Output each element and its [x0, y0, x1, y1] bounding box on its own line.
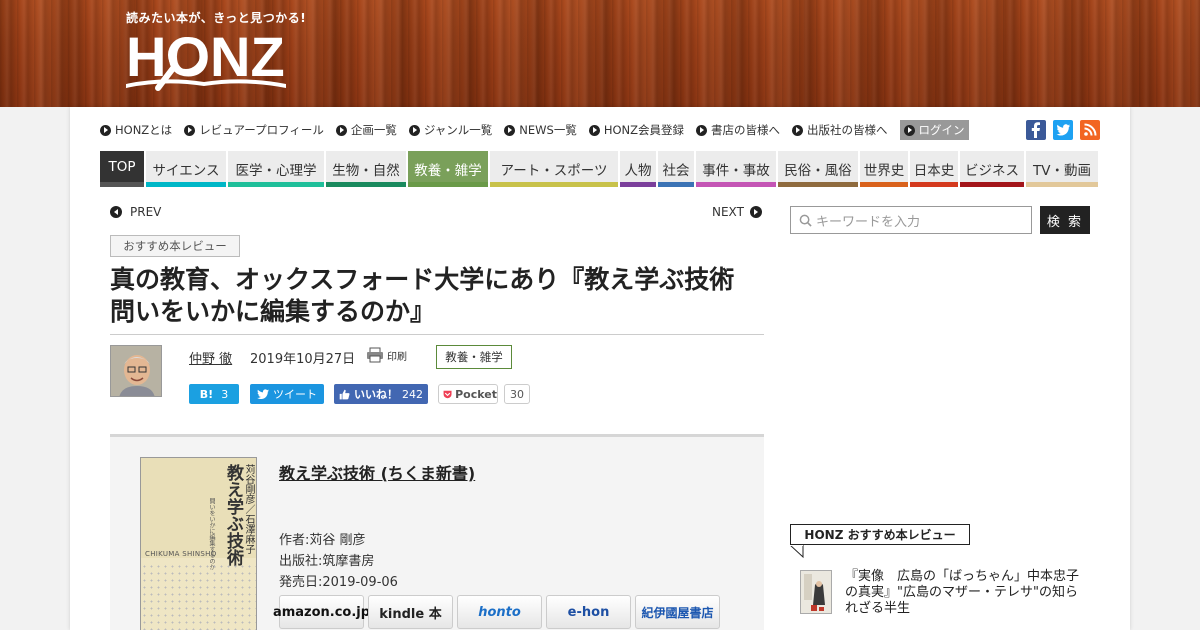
recommendation-heading: HONZ おすすめ本レビュー	[790, 524, 970, 545]
genre-color-bar	[620, 182, 656, 187]
arrow-bullet-icon	[903, 124, 915, 136]
rss-icon[interactable]	[1080, 120, 1100, 140]
genre-color-bar	[696, 182, 776, 187]
hatena-bookmark-button[interactable]: B! 3	[189, 384, 239, 404]
genre-color-bar	[910, 182, 958, 187]
search-icon	[799, 214, 812, 227]
hatena-icon: B!	[199, 387, 214, 401]
genre-color-bar	[658, 182, 694, 187]
article-title: 真の教育、オックスフォード大学にあり『教え学ぶ技術 問いをいかに編集するのか』	[110, 265, 760, 326]
nav-genres[interactable]: ジャンル一覧	[408, 122, 492, 138]
arrow-bullet-icon	[792, 124, 804, 136]
cover-subtitle: 問いをいかに編集するのか	[208, 498, 215, 570]
book-title-link[interactable]: 教え学ぶ技術 (ちくま新書)	[279, 460, 475, 484]
genre-tab-medicine[interactable]: 医学・心理学	[228, 151, 324, 187]
category-label[interactable]: おすすめ本レビュー	[110, 235, 240, 257]
nav-projects[interactable]: 企画一覧	[335, 122, 397, 138]
nav-reviewers[interactable]: レビュアープロフィール	[184, 122, 324, 138]
genre-tab-people[interactable]: 人物	[620, 151, 656, 187]
print-button[interactable]: 印刷	[366, 347, 407, 363]
genre-color-bar	[1026, 182, 1098, 187]
speech-tail-icon	[790, 545, 804, 559]
login-button[interactable]: ログイン	[899, 120, 969, 140]
facebook-like-button[interactable]: いいね！ 242	[334, 384, 428, 404]
facebook-icon[interactable]	[1026, 120, 1046, 140]
cover-title: 教え学ぶ技術	[223, 464, 243, 566]
nav-register[interactable]: HONZ会員登録	[588, 122, 684, 138]
top-nav: HONZとは レビュアープロフィール 企画一覧 ジャンル一覧 NEWS一覧 HO…	[100, 120, 981, 140]
pocket-count: 30	[504, 384, 530, 404]
store-kindle-button[interactable]: kindle 本	[368, 595, 453, 629]
arrow-left-icon	[110, 206, 122, 218]
genre-tab-folklore[interactable]: 民俗・風俗	[778, 151, 858, 187]
genre-tab-tv-video[interactable]: TV・動画	[1026, 151, 1098, 187]
book-cover[interactable]: 苅谷剛彦／石澤麻子 教え学ぶ技術 問いをいかに編集するのか CHIKUMA SH…	[140, 457, 257, 630]
genre-tab-culture[interactable]: 教養・雑学	[408, 151, 488, 187]
genre-color-bar	[778, 182, 858, 187]
genre-tab-world-history[interactable]: 世界史	[860, 151, 908, 187]
arrow-bullet-icon	[408, 124, 420, 136]
genre-color-bar	[408, 182, 488, 187]
store-ehon-button[interactable]: e-hon	[546, 595, 631, 629]
author-name[interactable]: 仲野 徹	[189, 348, 232, 367]
genre-color-bar	[228, 182, 324, 187]
twitter-icon[interactable]	[1053, 120, 1073, 140]
nav-bookstores[interactable]: 書店の皆様へ	[696, 122, 780, 138]
printer-icon	[367, 347, 383, 363]
genre-tag[interactable]: 教養・雑学	[436, 345, 512, 369]
book-publisher: 出版社:筑摩書房	[279, 554, 375, 569]
genre-tab-business[interactable]: ビジネス	[960, 151, 1024, 187]
author-avatar[interactable]	[110, 345, 162, 397]
arrow-bullet-icon	[335, 124, 347, 136]
pocket-icon	[443, 390, 452, 398]
genre-tab-nature[interactable]: 生物・自然	[326, 151, 406, 187]
book-release-date: 発売日:2019-09-06	[279, 575, 398, 590]
logo-text: HONZ	[126, 25, 285, 88]
genre-tab-society[interactable]: 社会	[658, 151, 694, 187]
cover-series: CHIKUMA SHINSHO	[145, 550, 217, 558]
divider	[110, 334, 764, 335]
thumbs-up-icon	[339, 389, 350, 399]
nav-news[interactable]: NEWS一覧	[504, 122, 577, 138]
genre-color-bar	[326, 182, 406, 187]
recommendation-thumbnail[interactable]	[800, 570, 832, 614]
store-amazon-button[interactable]: amazon.co.jp	[273, 595, 370, 629]
genre-color-bar	[860, 182, 908, 187]
genre-tab-art-sports[interactable]: アート・スポーツ	[490, 151, 618, 187]
genre-color-bar	[490, 182, 618, 187]
search-input[interactable]: キーワードを入力	[790, 206, 1032, 234]
next-link[interactable]: NEXT	[712, 205, 762, 219]
arrow-bullet-icon	[696, 124, 708, 136]
arrow-bullet-icon	[184, 124, 196, 136]
genre-nav: TOP サイエンス 医学・心理学 生物・自然 教養・雑学 アート・スポーツ 人物…	[100, 151, 1098, 187]
site-header: 読みたい本が、きっと見つかる! HONZ	[0, 0, 1200, 107]
arrow-right-icon	[749, 206, 762, 218]
twitter-bird-icon	[257, 389, 269, 399]
nav-about[interactable]: HONZとは	[100, 122, 172, 138]
prev-link[interactable]: PREV	[110, 205, 161, 219]
genre-color-bar	[100, 182, 144, 187]
recommendation-title-link[interactable]: 『実像 広島の「ばっちゃん」中本忠子の真実』"広島のマザー・テレサ"の知られざる…	[845, 569, 1090, 617]
arrow-bullet-icon	[100, 124, 111, 136]
genre-tab-top[interactable]: TOP	[100, 151, 144, 187]
genre-color-bar	[960, 182, 1024, 187]
genre-color-bar	[146, 182, 226, 187]
search-button[interactable]: 検 索	[1040, 206, 1090, 234]
genre-tab-japan-history[interactable]: 日本史	[910, 151, 958, 187]
arrow-bullet-icon	[588, 124, 600, 136]
store-kinokuniya-button[interactable]: 紀伊國屋書店	[635, 595, 720, 629]
honz-logo[interactable]: HONZ	[124, 22, 289, 98]
pocket-button[interactable]: Pocket	[438, 384, 498, 404]
nav-publishers[interactable]: 出版社の皆様へ	[792, 122, 888, 138]
book-author: 作者:苅谷 剛彦	[279, 533, 366, 548]
post-date: 2019年10月27日	[250, 352, 356, 367]
genre-tab-science[interactable]: サイエンス	[146, 151, 226, 187]
tweet-button[interactable]: ツイート	[250, 384, 324, 404]
store-honto-button[interactable]: honto	[457, 595, 542, 629]
genre-tab-incidents[interactable]: 事件・事故	[696, 151, 776, 187]
arrow-bullet-icon	[504, 124, 516, 136]
